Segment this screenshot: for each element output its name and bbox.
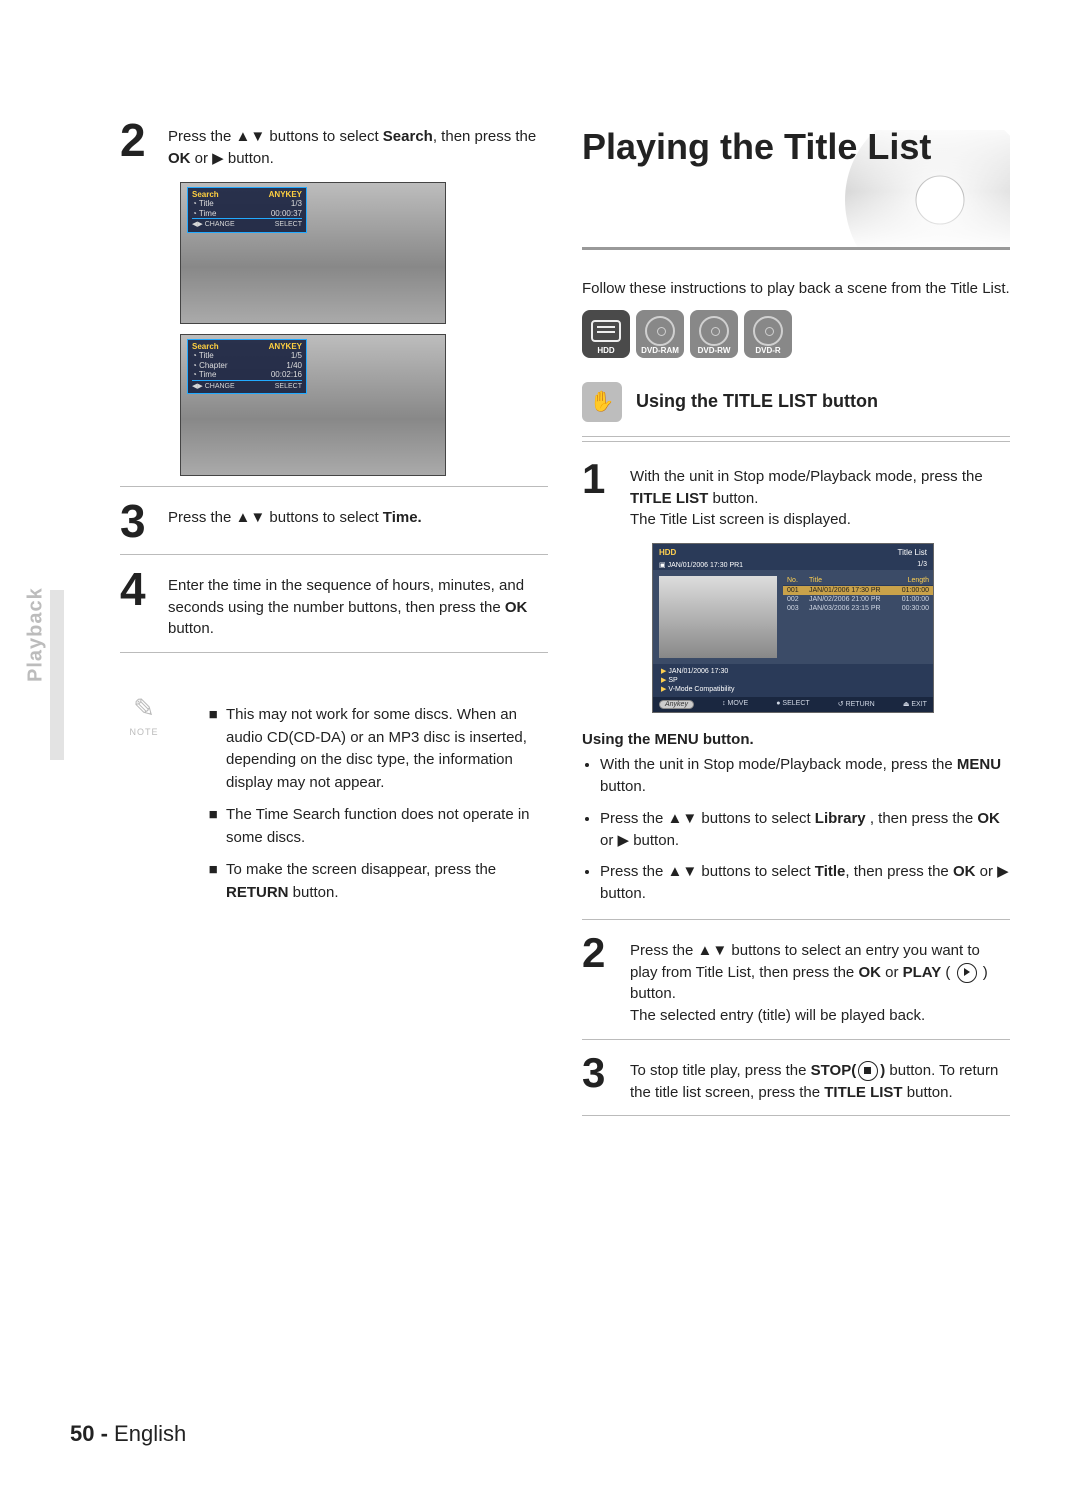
page-language: English [114,1421,186,1446]
step-3r-text: To stop title play, press the STOP() but… [630,1054,1010,1104]
menu-bullets: With the unit in Stop mode/Playback mode… [582,754,1010,905]
step-number-3r: 3 [582,1054,616,1092]
divider [120,554,548,555]
page-footer: 50 - English [70,1421,186,1447]
note-item: This may not work for some discs. When a… [226,704,548,794]
title-list-screenshot: HDD Title List ▣ JAN/01/2006 17:30 PR1 1… [652,543,934,713]
step-2-text: Press the ▲▼ buttons to select Search, t… [168,120,548,170]
step-number-1: 1 [582,460,616,498]
step-number-2: 2 [120,120,154,161]
manual-page: Playback 2 Press the ▲▼ buttons to selec… [0,0,1080,1487]
section-title: Playing the Title List [582,120,1010,168]
remote-icon: ✋ [582,382,622,422]
note-item: The Time Search function does not operat… [226,804,548,849]
step-number-4: 4 [120,569,154,610]
play-icon [957,963,977,983]
step-2r-text: Press the ▲▼ buttons to select an entry … [630,934,1010,1027]
note-block: ✎NOTE This may not work for some discs. … [120,689,548,929]
divider [582,919,1010,920]
intro-text: Follow these instructions to play back a… [582,272,1010,300]
divider [120,652,548,653]
dvd-r-icon: DVD-R [744,310,792,358]
note-icon: ✎NOTE [120,689,168,929]
step-number-2r: 2 [582,934,616,972]
menu-bullet: Press the ▲▼ buttons to select Title, th… [600,861,1010,905]
stop-icon [858,1061,878,1081]
subheading: ✋ Using the TITLE LIST button [582,382,1010,422]
hdd-icon: HDD [582,310,630,358]
right-column: Playing the Title List Follow these [582,120,1010,1130]
divider [120,486,548,487]
dvd-ram-icon: DVD-RAM [636,310,684,358]
step-3-text: Press the ▲▼ buttons to select Time. [168,501,422,529]
divider [582,1115,1010,1116]
osd-screenshot-search-title: SearchANYKEY ◔ Title1/3 ◔ Time00:00:37 ◀… [180,182,446,324]
section-banner: Playing the Title List [582,120,1010,250]
section-tab-bg [50,590,64,760]
menu-bullet: Press the ▲▼ buttons to select Library ,… [600,808,1010,852]
menu-subhead: Using the MENU button. [582,731,1010,748]
section-tab-playback: Playback [22,590,50,680]
left-column: 2 Press the ▲▼ buttons to select Search,… [70,120,548,1130]
divider-double [582,436,1010,442]
note-item: To make the screen disappear, press the … [226,859,548,904]
page-number: 50 - [70,1421,108,1446]
media-compatibility-icons: HDD DVD-RAM DVD-RW DVD-R [582,310,1010,358]
subheading-text: Using the TITLE LIST button [636,391,878,412]
step-number-3: 3 [120,501,154,542]
osd-screenshot-search-chapter: SearchANYKEY ◔ Title1/5 ◔ Chapter1/40 ◔ … [180,334,446,476]
dvd-rw-icon: DVD-RW [690,310,738,358]
divider [582,1039,1010,1040]
step-1-text: With the unit in Stop mode/Playback mode… [630,460,1010,531]
step-4-text: Enter the time in the sequence of hours,… [168,569,548,640]
menu-bullet: With the unit in Stop mode/Playback mode… [600,754,1010,798]
